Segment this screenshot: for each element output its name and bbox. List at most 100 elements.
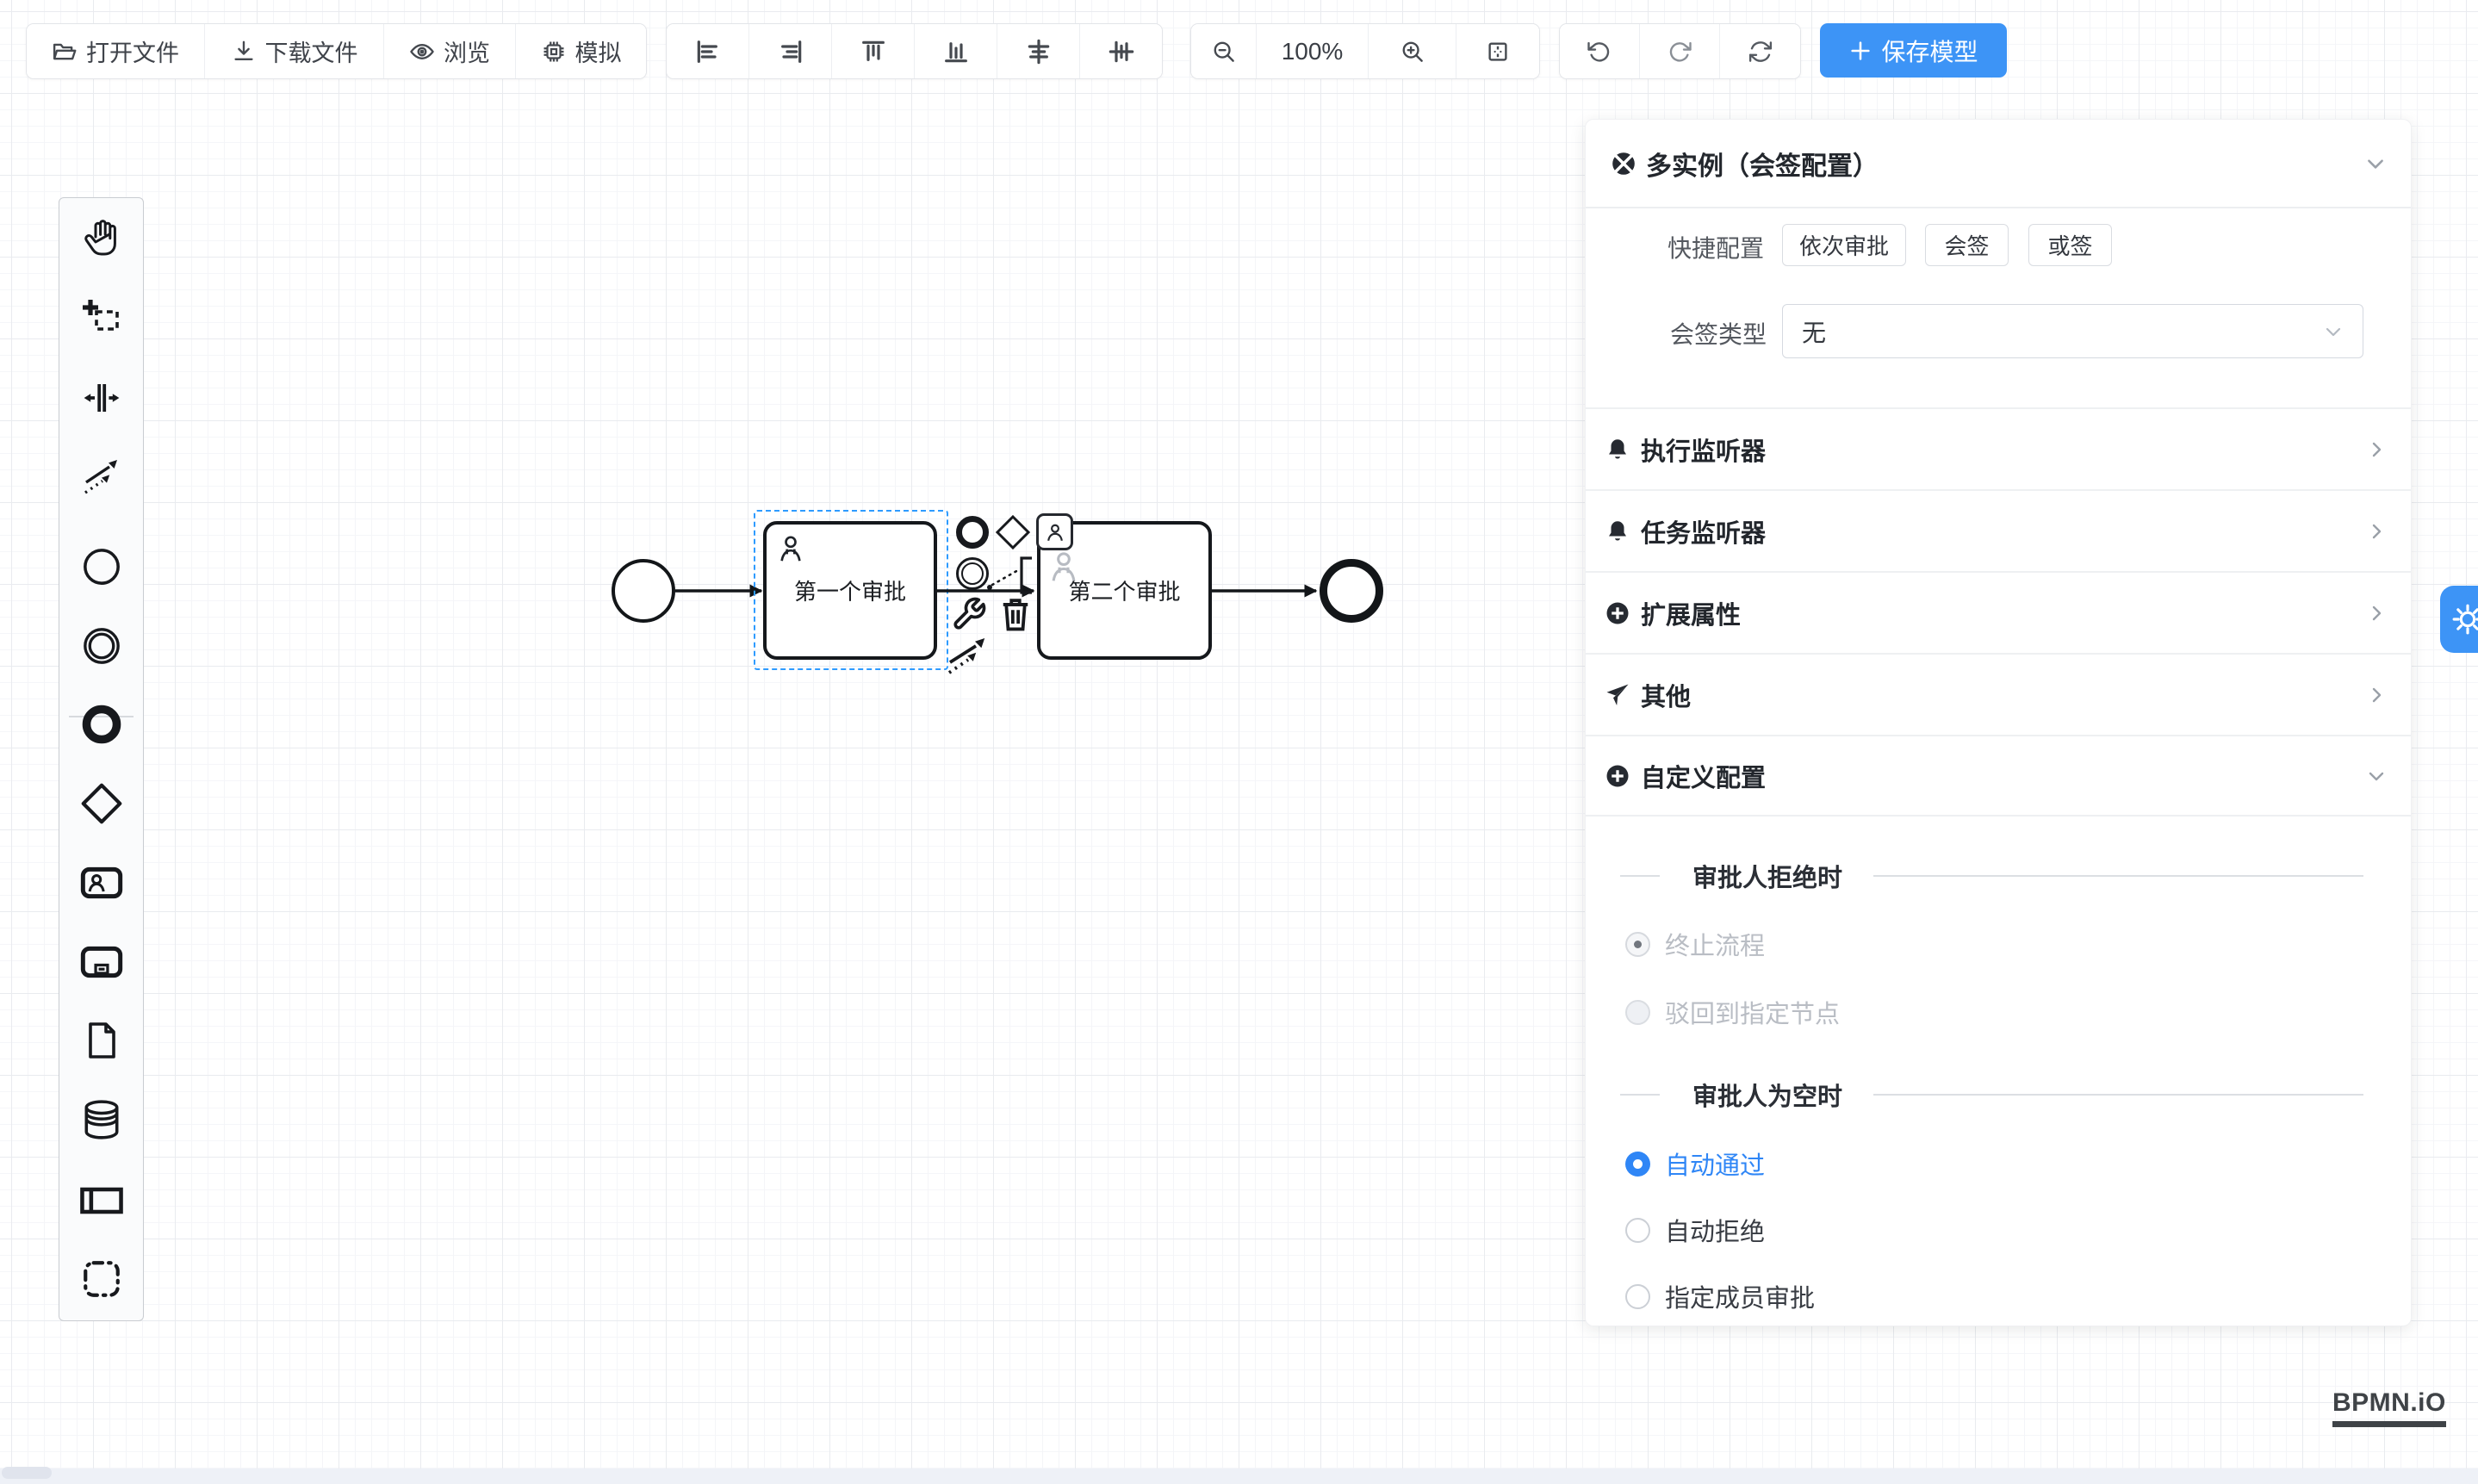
radio-terminate-process[interactable]: 终止流程 [1625,929,1765,959]
align-right-button[interactable] [749,24,832,78]
section-label: 扩展属性 [1641,595,2356,631]
trash-delete-icon[interactable] [999,594,1032,634]
section-label: 其他 [1641,677,2356,713]
task-label: 第二个审批 [1068,574,1180,606]
multi-instance-icon [1610,150,1637,177]
fit-viewport-icon [1485,39,1511,65]
section-task-listener[interactable]: 任务监听器 [1586,489,2411,571]
align-center-horizontal-button[interactable] [997,24,1080,78]
create-intermediate-event[interactable] [78,622,126,670]
append-gateway-icon[interactable] [996,515,1030,550]
radio-auto-pass[interactable]: 自动通过 [1625,1149,1765,1178]
reset-icon-button[interactable] [1720,24,1800,78]
align-toolbar-group [666,23,1163,79]
create-data-object[interactable] [78,1016,126,1065]
hand-icon [81,217,122,258]
align-top-button[interactable] [832,24,915,78]
create-participant[interactable] [78,1177,126,1225]
preview-button[interactable]: 浏览 [384,24,516,78]
quick-config-orsign-button[interactable]: 或签 [2028,224,2112,266]
radio-assign-member[interactable]: 指定成员审批 [1625,1282,1815,1311]
connect-tool-icon[interactable] [946,634,992,675]
align-left-button[interactable] [667,24,749,78]
sequence-flow-start-to-task1[interactable] [675,574,765,608]
bpmn-editor: 打开文件 下载文件 浏览 模拟 [0,0,2478,1484]
bell-icon [1605,437,1630,463]
reject-group-title: 审批人拒绝时 [1692,858,1842,894]
task-label: 第一个审批 [794,574,906,606]
empty-group-divider: 审批人为空时 [1620,1080,2363,1109]
sequence-flow-task2-to-end[interactable] [1212,574,1320,608]
global-connect-tool[interactable] [78,452,126,500]
space-tool[interactable] [78,374,126,422]
zoom-level: 100% [1257,24,1369,78]
section-label: 执行监听器 [1641,432,2356,468]
radio-label: 指定成员审批 [1665,1278,1815,1314]
radio-icon [1625,1218,1650,1243]
sign-type-select[interactable]: 无 [1782,304,2363,358]
settings-tab[interactable] [2440,586,2478,653]
undo-button[interactable] [1560,24,1640,78]
simulate-button[interactable]: 模拟 [516,24,646,78]
end-event-icon [80,703,123,746]
create-group[interactable] [78,1255,126,1303]
open-file-label: 打开文件 [86,34,179,68]
bpmn-io-logo: BPMN.iO [2332,1388,2446,1427]
wrench-change-type-icon[interactable] [951,596,987,632]
simulate-label: 模拟 [575,34,622,68]
plus-circle-icon [1605,600,1630,626]
quick-config-countersign-button[interactable]: 会签 [1925,224,2009,266]
section-other[interactable]: 其他 [1586,653,2411,735]
quick-config-label: 快捷配置 [1661,230,1764,264]
radio-auto-reject[interactable]: 自动拒绝 [1625,1215,1765,1245]
append-text-annotation-icon[interactable] [984,556,1034,594]
lasso-tool[interactable] [78,295,126,343]
radio-icon [1625,932,1650,957]
align-top-icon [860,38,887,65]
hand-tool[interactable] [78,214,126,262]
align-left-icon [694,38,722,65]
align-center-horizontal-icon [1025,38,1053,65]
file-toolbar-group: 打开文件 下载文件 浏览 模拟 [26,23,647,79]
section-custom-config[interactable]: 自定义配置 [1586,735,2411,817]
append-end-event-icon[interactable] [956,516,989,549]
end-event[interactable] [1320,559,1383,623]
chevron-down-icon[interactable] [2364,152,2387,175]
align-bottom-button[interactable] [915,24,997,78]
redo-button[interactable] [1640,24,1720,78]
zoom-out-button[interactable] [1191,24,1257,78]
user-task-first-approval[interactable]: 第一个审批 [763,521,937,660]
section-extension-properties[interactable]: 扩展属性 [1586,571,2411,653]
data-store-icon [80,1098,123,1141]
data-object-icon [81,1020,122,1061]
space-tool-icon [81,377,122,419]
create-user-task[interactable] [78,859,126,907]
create-data-store[interactable] [78,1096,126,1144]
multi-instance-header[interactable]: 多实例（会签配置） [1610,133,2387,194]
intermediate-event-icon [80,624,123,667]
bell-icon [1605,518,1630,544]
palette [59,197,144,1321]
horizontal-scrollbar-thumb[interactable] [2,1467,52,1479]
start-event-icon [80,545,123,588]
create-gateway[interactable] [78,779,126,828]
download-file-button[interactable]: 下载文件 [205,24,384,78]
fit-viewport-button[interactable] [1456,24,1539,78]
quick-config-sequential-button[interactable]: 依次审批 [1782,224,1906,266]
create-subprocess[interactable] [78,938,126,986]
append-user-task-icon[interactable] [1036,513,1073,550]
radio-icon [1625,1152,1650,1177]
open-file-button[interactable]: 打开文件 [27,24,205,78]
start-event[interactable] [612,559,675,623]
create-end-event[interactable] [78,700,126,748]
align-bottom-icon [942,38,970,65]
section-execution-listener[interactable]: 执行监听器 [1586,407,2411,489]
radio-return-to-node[interactable]: 驳回到指定节点 [1625,997,1840,1027]
zoom-in-button[interactable] [1369,24,1456,78]
chevron-right-icon [2366,521,2387,542]
create-start-event[interactable] [78,543,126,591]
align-middle-vertical-button[interactable] [1080,24,1162,78]
panel-title: 多实例（会签配置） [1646,145,2356,183]
empty-group-title: 审批人为空时 [1692,1077,1842,1113]
save-model-button[interactable]: 保存模型 [1820,23,2007,78]
